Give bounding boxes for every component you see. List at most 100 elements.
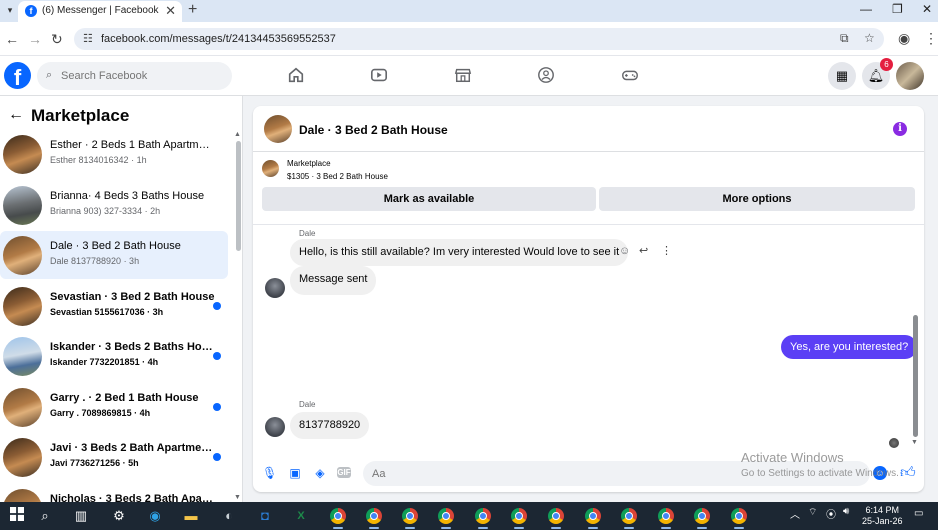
scroll-down-icon[interactable]: ▼ [911, 439, 918, 446]
forward-arrow-icon[interactable]: → [28, 31, 42, 47]
tab-close-icon[interactable]: ✕ [165, 3, 176, 19]
message-sender: Dale [299, 400, 316, 409]
task-view-icon[interactable]: ▥ [72, 507, 90, 525]
chat-scrollbar[interactable]: ▼ [911, 311, 918, 446]
minimize-button[interactable]: — [860, 2, 872, 16]
conversation-name: Sevastian · 3 Bed 2 Bath House [50, 290, 215, 303]
chrome-window-icon[interactable] [585, 508, 601, 529]
system-clock[interactable]: 6:14 PM 25-Jan-26 [862, 505, 903, 527]
marketplace-icon[interactable] [453, 66, 473, 86]
conversation-thumbnail [3, 488, 42, 502]
conversation-item[interactable]: Nicholas · 3 Beds 2 Bath Apart... [0, 484, 228, 502]
sidebar-scrollbar[interactable]: ▲ ▼ [234, 131, 241, 501]
install-app-icon[interactable]: ⧉ [840, 31, 849, 46]
sidebar-title: Marketplace [31, 106, 130, 125]
video-icon[interactable] [369, 66, 389, 86]
chrome-window-icon[interactable] [475, 508, 491, 529]
groups-icon[interactable] [536, 66, 556, 86]
chrome-window-icon[interactable] [511, 508, 527, 529]
facebook-search-input[interactable] [37, 62, 232, 90]
conversation-item[interactable]: Garry . · 2 Bed 1 Bath House Garry . 7089… [0, 383, 228, 431]
microphone-icon[interactable]: 🎙︎ [262, 466, 277, 480]
chrome-window-icon[interactable] [330, 508, 346, 529]
settings-gear-icon[interactable]: ⚙ [110, 507, 128, 525]
conversation-item[interactable]: Javi · 3 Beds 2 Bath Apartment... Javi 77… [0, 433, 228, 481]
reply-icon[interactable]: ↩ [639, 244, 648, 257]
bookmark-star-icon[interactable]: ☆ [864, 31, 875, 45]
tab-search-chevron-icon[interactable]: ▾ [3, 3, 17, 17]
restore-button[interactable]: ❐ [892, 2, 903, 16]
search-icon[interactable]: ⌕ [36, 507, 54, 525]
unread-dot [213, 453, 221, 461]
listing-avatar[interactable] [264, 115, 292, 143]
conversation-preview: Garry . 7089869815 · 4h [50, 407, 151, 418]
gif-icon[interactable]: GIF [337, 467, 351, 478]
dale-avatar[interactable] [265, 278, 285, 298]
clock-time: 6:14 PM [865, 505, 900, 515]
back-arrow-icon[interactable]: ← [8, 106, 24, 124]
browser-tab[interactable]: f (6) Messenger | Facebook ✕ [18, 1, 182, 22]
scrollbar-thumb[interactable] [236, 141, 241, 251]
message-bubble[interactable]: Hello, is this still available? Im very … [290, 239, 629, 266]
reload-icon[interactable]: ↻ [51, 31, 63, 48]
chrome-window-icon[interactable] [402, 508, 418, 529]
chrome-window-icon[interactable] [438, 508, 454, 529]
chrome-window-icon[interactable] [731, 508, 747, 529]
sent-message-bubble[interactable]: Yes, are you interested? [781, 335, 918, 359]
scroll-up-icon[interactable]: ▲ [234, 131, 241, 138]
message-bubble[interactable]: 8137788920 [290, 412, 370, 439]
notification-center-icon[interactable]: ▭ [914, 508, 923, 519]
outlook-icon[interactable]: ◘ [256, 507, 274, 525]
account-avatar[interactable] [896, 62, 924, 90]
conversation-thumbnail [3, 337, 42, 376]
chrome-window-icon[interactable] [658, 508, 674, 529]
chrome-window-icon[interactable] [621, 508, 637, 529]
more-options-button[interactable]: More options [599, 187, 915, 211]
browser-menu-icon[interactable]: ⋮ [924, 30, 938, 47]
facebook-logo-icon[interactable]: f [4, 62, 31, 90]
conversation-item[interactable]: Brianna· 4 Beds 3 Baths House Brianna 903… [0, 181, 228, 229]
listing-price-title[interactable]: $1305 · 3 Bed 2 Bath House [287, 172, 388, 181]
conversation-item[interactable]: Iskander · 3 Beds 2 Baths House Iskander … [0, 332, 228, 380]
dale-avatar[interactable] [265, 417, 285, 437]
excel-icon[interactable]: X [292, 507, 310, 525]
sticker-icon[interactable]: ◈ [313, 466, 327, 480]
facebook-favicon-icon: f [25, 5, 37, 17]
react-emoji-icon[interactable]: ☺ [619, 245, 630, 257]
edge-browser-icon[interactable]: ◉ [146, 507, 164, 525]
scroll-down-icon[interactable]: ▼ [234, 494, 241, 501]
like-thumb-icon[interactable]: 👍︎ [900, 464, 916, 482]
network-icon[interactable]: ⌔ [808, 506, 817, 519]
mark-as-available-button[interactable]: Mark as available [262, 187, 596, 211]
conversation-item[interactable]: Sevastian · 3 Bed 2 Bath House Sevastian … [0, 282, 228, 330]
home-icon[interactable] [286, 66, 306, 86]
wifi-icon[interactable]: ⦿ [826, 506, 836, 521]
url-text[interactable]: facebook.com/messages/t/2413445356955253… [101, 33, 336, 45]
photo-icon[interactable]: ▣ [288, 466, 302, 480]
more-actions-icon[interactable]: ⋮ [661, 244, 672, 257]
url-bar[interactable]: ☷ facebook.com/messages/t/24134453569552… [74, 28, 884, 50]
conversation-item[interactable]: Dale · 3 Bed 2 Bath House Dale 8137788920… [0, 231, 228, 279]
gaming-icon[interactable] [620, 66, 640, 86]
chrome-window-icon[interactable] [548, 508, 564, 529]
chat-title[interactable]: Dale · 3 Bed 2 Bath House [299, 123, 448, 137]
listing-thumbnail[interactable] [262, 160, 279, 177]
windows-start-icon[interactable] [8, 507, 26, 525]
new-tab-button[interactable]: + [188, 1, 197, 19]
message-bubble[interactable]: Message sent [290, 266, 377, 295]
site-settings-icon[interactable]: ☷ [83, 32, 93, 45]
conversation-item[interactable]: Esther · 2 Beds 1 Bath Apartmen... Esther… [0, 130, 228, 178]
info-icon[interactable]: i [893, 122, 907, 136]
menu-grid-icon[interactable]: ▦ [828, 62, 856, 90]
back-arrow-icon[interactable]: ← [5, 31, 19, 47]
chrome-window-icon[interactable] [694, 508, 710, 529]
volume-icon[interactable]: 🔊︎ [843, 506, 849, 517]
app-icon[interactable]: ◐ [220, 507, 238, 525]
close-window-button[interactable]: ✕ [922, 2, 932, 16]
chat-scrollbar-thumb[interactable] [913, 315, 918, 437]
chrome-window-icon[interactable] [366, 508, 382, 529]
file-explorer-icon[interactable]: ▬ [182, 507, 200, 525]
tray-chevron-icon[interactable]: ︿ [790, 506, 800, 521]
profile-icon[interactable]: ◉ [898, 30, 910, 47]
conversation-preview: Iskander 7732201851 · 4h [50, 357, 159, 367]
